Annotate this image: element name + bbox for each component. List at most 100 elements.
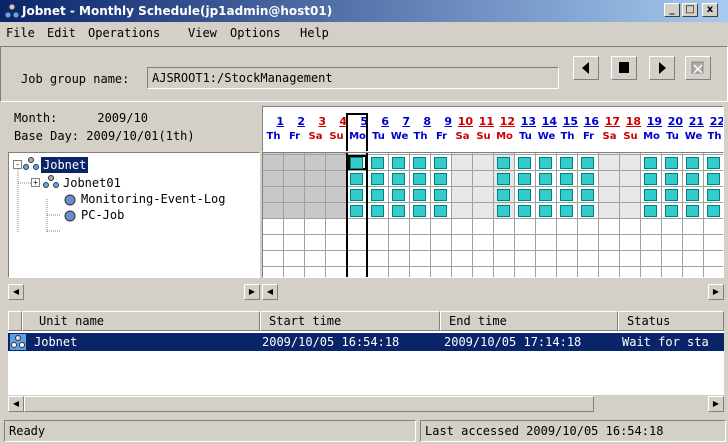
close-button[interactable]: x xyxy=(702,3,718,17)
day-number[interactable]: 4 xyxy=(326,115,347,128)
day-number[interactable]: 3 xyxy=(305,115,326,128)
schedule-mark[interactable] xyxy=(371,157,384,169)
schedule-mark[interactable] xyxy=(707,173,720,185)
column-start-time[interactable]: Start time xyxy=(260,311,440,331)
menu-file[interactable]: File xyxy=(6,26,35,40)
scroll-right-button[interactable]: ▶ xyxy=(708,396,724,412)
day-number[interactable]: 7 xyxy=(389,115,410,128)
schedule-mark[interactable] xyxy=(497,189,510,201)
schedule-mark[interactable] xyxy=(560,205,573,217)
day-number[interactable]: 21 xyxy=(683,115,704,128)
schedule-mark[interactable] xyxy=(581,173,594,185)
schedule-mark[interactable] xyxy=(686,205,699,217)
schedule-mark[interactable] xyxy=(581,157,594,169)
schedule-mark[interactable] xyxy=(644,205,657,217)
day-number[interactable]: 15 xyxy=(557,115,578,128)
day-number[interactable]: 10 xyxy=(452,115,473,128)
day-number[interactable]: 6 xyxy=(368,115,389,128)
day-number[interactable]: 17 xyxy=(599,115,620,128)
schedule-mark[interactable] xyxy=(707,205,720,217)
day-number[interactable]: 22 xyxy=(704,115,723,128)
day-number[interactable]: 9 xyxy=(431,115,452,128)
schedule-mark[interactable] xyxy=(560,189,573,201)
scroll-left-button[interactable]: ◀ xyxy=(262,284,278,300)
menu-view[interactable]: View xyxy=(188,26,217,40)
day-number[interactable]: 20 xyxy=(662,115,683,128)
schedule-mark[interactable] xyxy=(413,157,426,169)
day-number[interactable]: 11 xyxy=(473,115,494,128)
schedule-mark[interactable] xyxy=(707,189,720,201)
schedule-mark[interactable] xyxy=(497,173,510,185)
schedule-mark[interactable] xyxy=(497,157,510,169)
list-hscrollbar[interactable]: ◀ ▶ xyxy=(8,396,724,412)
job-group-field[interactable]: AJSROOT1:/StockManagement xyxy=(147,67,559,89)
column-unit-name[interactable]: Unit name xyxy=(22,311,260,331)
tree-node-jobnet01[interactable]: Jobnet01 xyxy=(63,175,121,191)
day-number[interactable]: 14 xyxy=(536,115,557,128)
schedule-mark[interactable] xyxy=(413,189,426,201)
schedule-mark[interactable] xyxy=(434,205,447,217)
calendar-hscrollbar[interactable]: ◀ ▶ xyxy=(262,284,724,300)
tree-hscrollbar[interactable]: ◀ ▶ xyxy=(8,284,260,300)
schedule-mark[interactable] xyxy=(371,205,384,217)
menu-help[interactable]: Help xyxy=(300,26,329,40)
schedule-mark[interactable] xyxy=(644,157,657,169)
minimize-button[interactable]: _ xyxy=(664,3,680,17)
schedule-mark[interactable] xyxy=(665,189,678,201)
maximize-button[interactable]: □ xyxy=(682,3,698,17)
day-number[interactable]: 8 xyxy=(410,115,431,128)
schedule-mark[interactable] xyxy=(665,157,678,169)
table-row[interactable]: Jobnet 2009/10/05 16:54:18 2009/10/05 17… xyxy=(8,333,724,351)
schedule-mark[interactable] xyxy=(707,157,720,169)
schedule-mark[interactable] xyxy=(665,173,678,185)
tree-node-pc-job[interactable]: PC-Job xyxy=(81,207,124,223)
schedule-mark[interactable] xyxy=(434,157,447,169)
schedule-mark[interactable] xyxy=(560,157,573,169)
schedule-mark[interactable] xyxy=(518,157,531,169)
schedule-mark[interactable] xyxy=(392,173,405,185)
scroll-left-button[interactable]: ◀ xyxy=(8,284,24,300)
schedule-mark[interactable] xyxy=(518,189,531,201)
column-end-time[interactable]: End time xyxy=(440,311,618,331)
scroll-right-button[interactable]: ▶ xyxy=(708,284,724,300)
schedule-mark[interactable] xyxy=(434,189,447,201)
tree-node-jobnet[interactable]: Jobnet xyxy=(41,157,89,173)
day-number[interactable]: 18 xyxy=(620,115,641,128)
schedule-mark[interactable] xyxy=(371,189,384,201)
schedule-mark[interactable] xyxy=(392,189,405,201)
schedule-mark[interactable] xyxy=(518,205,531,217)
schedule-mark[interactable] xyxy=(539,173,552,185)
schedule-mark[interactable] xyxy=(644,189,657,201)
tree-node-monitoring-event-log[interactable]: Monitoring-Event-Log xyxy=(81,191,226,207)
schedule-mark[interactable] xyxy=(686,157,699,169)
schedule-mark[interactable] xyxy=(686,189,699,201)
schedule-mark[interactable] xyxy=(686,173,699,185)
menu-edit[interactable]: Edit xyxy=(47,26,76,40)
schedule-mark[interactable] xyxy=(539,189,552,201)
scroll-right-button[interactable]: ▶ xyxy=(244,284,260,300)
schedule-mark[interactable] xyxy=(497,205,510,217)
schedule-mark[interactable] xyxy=(539,157,552,169)
schedule-mark[interactable] xyxy=(581,189,594,201)
schedule-mark[interactable] xyxy=(518,173,531,185)
schedule-mark[interactable] xyxy=(413,205,426,217)
schedule-mark[interactable] xyxy=(434,173,447,185)
day-number[interactable]: 13 xyxy=(515,115,536,128)
schedule-mark[interactable] xyxy=(371,173,384,185)
schedule-mark[interactable] xyxy=(644,173,657,185)
menu-options[interactable]: Options xyxy=(230,26,281,40)
previous-button[interactable] xyxy=(573,56,599,80)
schedule-mark[interactable] xyxy=(665,205,678,217)
collapse-toggle[interactable]: - xyxy=(13,160,22,169)
schedule-mark[interactable] xyxy=(560,173,573,185)
schedule-mark[interactable] xyxy=(539,205,552,217)
next-button[interactable] xyxy=(649,56,675,80)
column-status[interactable]: Status xyxy=(618,311,724,331)
schedule-mark[interactable] xyxy=(413,173,426,185)
scroll-thumb[interactable] xyxy=(24,396,594,412)
day-number[interactable]: 12 xyxy=(494,115,515,128)
schedule-mark[interactable] xyxy=(581,205,594,217)
day-number[interactable]: 16 xyxy=(578,115,599,128)
schedule-mark[interactable] xyxy=(392,157,405,169)
day-number[interactable]: 1 xyxy=(263,115,284,128)
